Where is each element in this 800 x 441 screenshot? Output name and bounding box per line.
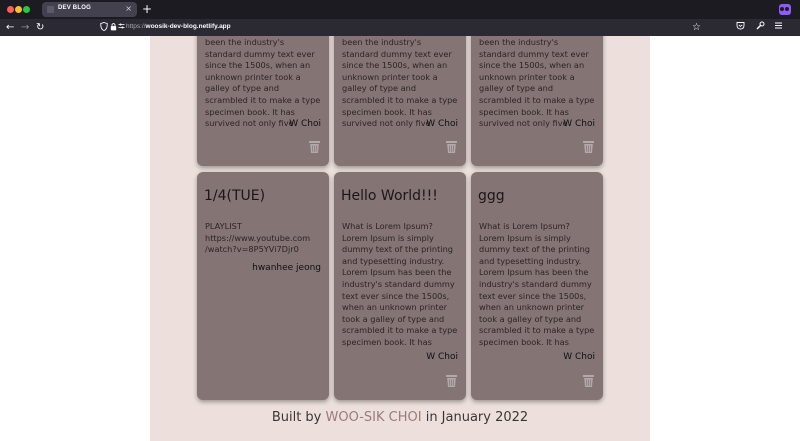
post-title: Hello World!!!	[341, 188, 438, 204]
hamburger-menu-icon[interactable]	[774, 21, 783, 35]
pocket-icon[interactable]	[736, 21, 745, 35]
post-card[interactable]: been the industry's standard dummy text …	[197, 36, 329, 166]
url-text[interactable]: https://woosik-dev-blog.netlify.app	[126, 23, 231, 30]
back-arrow-icon[interactable]: ←	[6, 21, 14, 34]
url-protocol: https://	[126, 23, 146, 30]
footer-prefix: Built by	[271, 410, 322, 425]
post-author: W Choi	[426, 119, 458, 129]
reload-icon[interactable]: ↻	[36, 21, 44, 34]
lock-icon[interactable]	[110, 22, 117, 34]
star-icon[interactable]: ☆	[692, 21, 701, 34]
extension-icon[interactable]	[779, 4, 791, 15]
permissions-icon[interactable]	[118, 22, 125, 33]
tab-close-button[interactable]: ×	[125, 4, 132, 14]
post-body: PLAYLIST https://www.youtube.com /watch?…	[205, 221, 311, 255]
trash-icon[interactable]	[308, 140, 321, 154]
footer-suffix: in January 2022	[425, 410, 529, 425]
post-author: hwanhee jeong	[252, 263, 321, 273]
address-bar[interactable]: https://woosik-dev-blog.netlify.app	[96, 21, 716, 34]
post-author: W Choi	[563, 352, 595, 362]
page-footer: Built by WOO-SIK CHOI in January 2022	[150, 410, 650, 425]
post-body: What is Lorem Ipsum? Lorem Ipsum is simp…	[342, 221, 458, 349]
post-author: W Choi	[426, 352, 458, 362]
window-minimize-button[interactable]	[15, 6, 22, 13]
trash-icon[interactable]	[582, 374, 595, 388]
post-card[interactable]: been the industry's standard dummy text …	[471, 36, 603, 166]
post-card[interactable]: 1/4(TUE) PLAYLIST https://www.youtube.co…	[197, 172, 329, 400]
tab-title: DEV BLOG	[58, 5, 91, 11]
page-viewport: been the industry's standard dummy text …	[0, 36, 800, 441]
window-zoom-button[interactable]	[23, 6, 30, 13]
forward-arrow-icon[interactable]: →	[21, 21, 29, 34]
browser-tab[interactable]: DEV BLOG ×	[42, 2, 137, 17]
post-title: 1/4(TUE)	[204, 188, 266, 204]
trash-icon[interactable]	[445, 140, 458, 154]
favicon-icon	[47, 6, 54, 13]
post-card[interactable]: been the industry's standard dummy text …	[334, 36, 466, 166]
wrench-icon[interactable]	[756, 21, 765, 35]
window-close-button[interactable]	[7, 6, 14, 13]
post-card[interactable]: ggg What is Lorem Ipsum? Lorem Ipsum is …	[471, 172, 603, 400]
shield-icon[interactable]	[100, 22, 108, 34]
browser-toolbar: ← → ↻ https://woosik-dev-blog.netlify.ap…	[0, 19, 800, 36]
browser-tab-bar: DEV BLOG × +	[0, 0, 800, 19]
trash-icon[interactable]	[582, 140, 595, 154]
new-tab-button[interactable]: +	[142, 2, 152, 16]
post-body: What is Lorem Ipsum? Lorem Ipsum is simp…	[479, 221, 595, 349]
trash-icon[interactable]	[445, 374, 458, 388]
post-card[interactable]: Hello World!!! What is Lorem Ipsum? Lore…	[334, 172, 466, 400]
post-title: ggg	[478, 188, 505, 204]
footer-author-link[interactable]: WOO-SIK CHOI	[326, 410, 422, 425]
url-host: woosik-dev-blog.netlify.app	[145, 23, 231, 30]
post-author: W Choi	[563, 119, 595, 129]
post-author: W Choi	[289, 119, 321, 129]
